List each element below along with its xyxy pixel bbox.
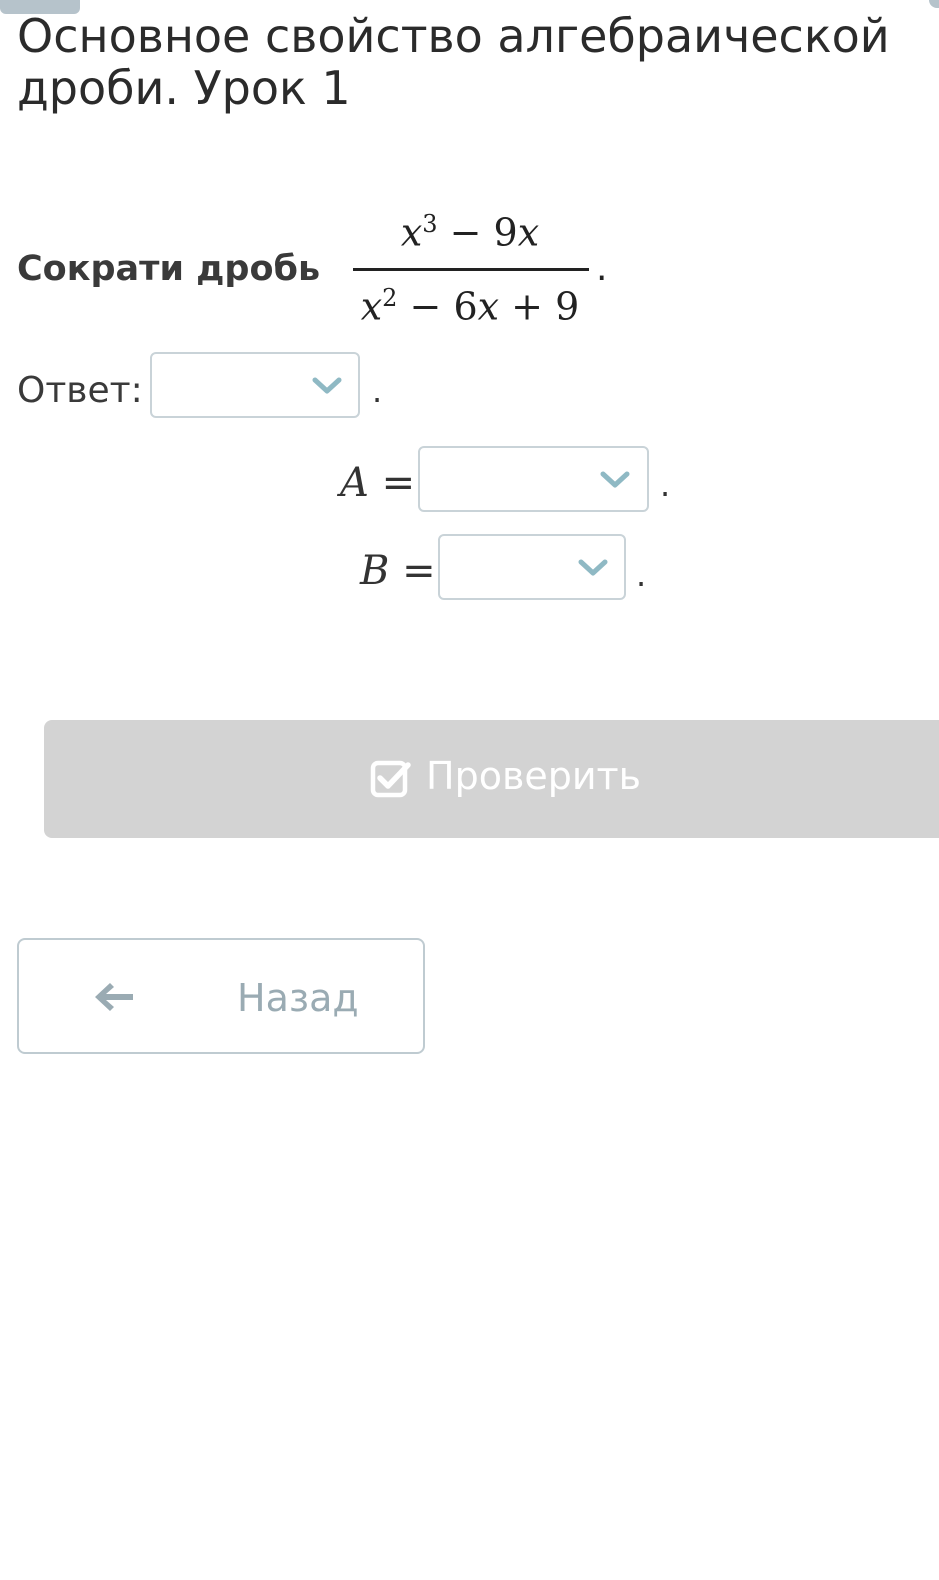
top-corner-decoration: [929, 0, 939, 8]
checkbox-check-icon: [370, 760, 411, 798]
den-base: x: [360, 284, 383, 329]
answer-label: Ответ:: [17, 370, 143, 411]
num-base: x: [400, 210, 423, 255]
back-button-label: Назад: [237, 976, 359, 1020]
chevron-down-icon: [578, 559, 608, 576]
fraction: x3 − 9x x2 − 6x + 9: [350, 210, 590, 330]
var-b-select[interactable]: [438, 534, 626, 600]
var-a-equals: =: [381, 460, 416, 506]
var-a-select[interactable]: [418, 446, 649, 512]
check-button-label: Проверить: [426, 754, 642, 798]
task-label: Сократи дробь: [17, 249, 321, 289]
arrow-left-icon: [95, 983, 133, 1011]
var-a-name: A: [340, 460, 369, 506]
var-b-equals: =: [402, 548, 436, 594]
num-exponent: 3: [422, 210, 438, 238]
answer-trailing-dot: .: [372, 372, 383, 410]
fraction-numerator: x3 − 9x: [350, 210, 590, 255]
var-b-label: B =: [360, 548, 436, 594]
var-b-name: B: [360, 548, 390, 594]
check-button[interactable]: Проверить: [44, 720, 939, 838]
den-rest-1: − 6: [397, 284, 478, 329]
var-a-label: A =: [340, 460, 415, 506]
answer-select[interactable]: [150, 352, 360, 418]
den-exponent: 2: [382, 284, 398, 312]
den-rest-2: + 9: [499, 284, 580, 329]
back-button[interactable]: Назад: [17, 938, 425, 1054]
den-var: x: [477, 284, 500, 329]
fraction-denominator: x2 − 6x + 9: [350, 284, 590, 329]
var-a-trailing-dot: .: [660, 466, 671, 504]
num-rest: − 9: [437, 210, 518, 255]
page-title: Основное свойство алгебраической дроби. …: [17, 9, 890, 115]
var-b-trailing-dot: .: [636, 556, 647, 594]
chevron-down-icon: [600, 471, 630, 488]
fraction-trailing-dot: .: [596, 248, 608, 289]
fraction-bar: [353, 268, 589, 271]
num-var: x: [517, 210, 540, 255]
chevron-down-icon: [312, 377, 342, 394]
